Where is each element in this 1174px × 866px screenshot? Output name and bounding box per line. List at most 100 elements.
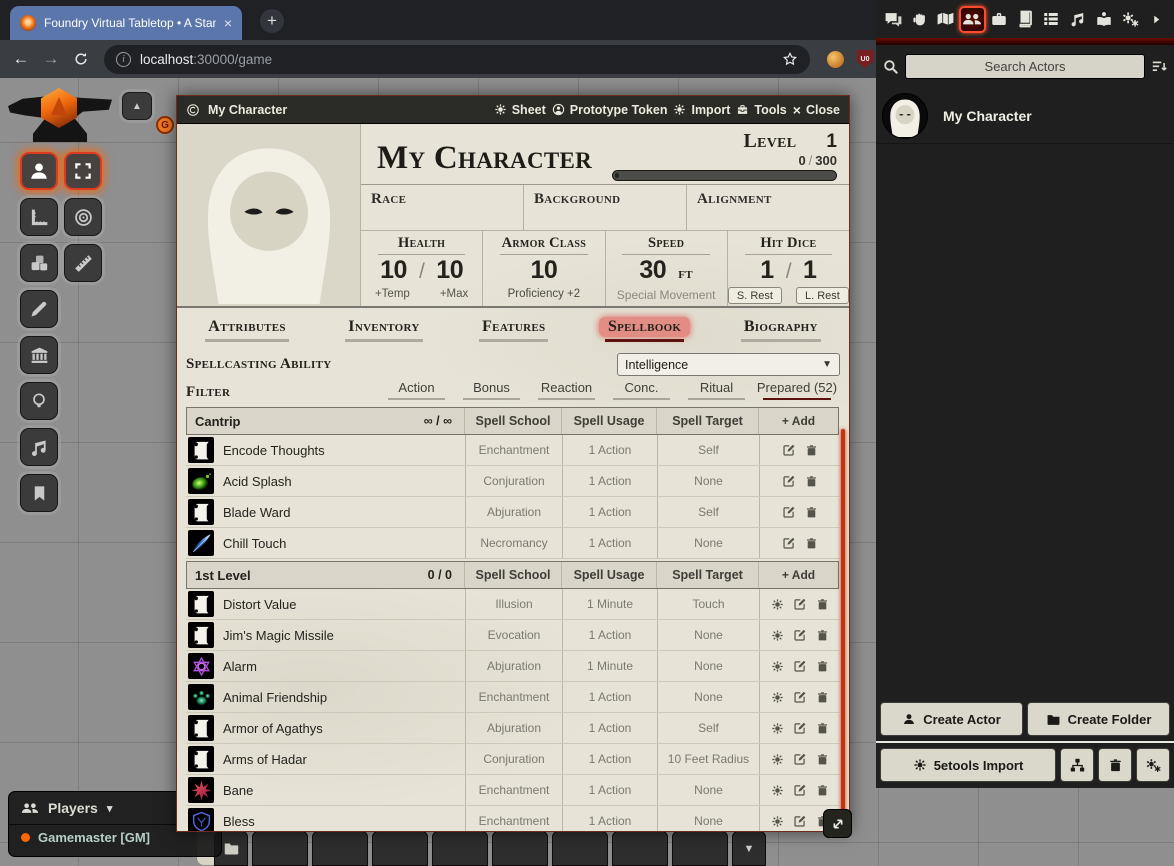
edit-icon[interactable] <box>793 752 807 766</box>
filter-bonus[interactable]: Bonus <box>454 380 529 401</box>
hit-dice-stat[interactable]: Hit Dice 1/1 S. Rest L. Rest <box>728 231 849 306</box>
character-sheet-window[interactable]: My Character Sheet Prototype Token Impor… <box>176 95 850 832</box>
sidebar-tab-tables[interactable] <box>1038 6 1064 33</box>
tool-dice[interactable] <box>20 244 58 282</box>
edit-icon[interactable] <box>793 721 807 735</box>
spell-name[interactable]: Alarm <box>223 659 257 674</box>
spell-row[interactable]: Armor of Agathys Abjuration 1 Action Sel… <box>186 713 839 744</box>
delete-icon[interactable] <box>816 660 829 673</box>
edit-icon[interactable] <box>793 628 807 642</box>
spell-name[interactable]: Arms of Hadar <box>223 752 307 767</box>
tool-drawings[interactable] <box>20 290 58 328</box>
5etools-import-button[interactable]: 5etools Import <box>880 748 1056 782</box>
tab-close-icon[interactable]: × <box>224 16 232 30</box>
macro-slot[interactable] <box>252 831 308 866</box>
filter-ritual[interactable]: Ritual <box>679 380 754 401</box>
character-portrait[interactable] <box>177 124 361 306</box>
actor-avatar[interactable] <box>882 93 928 139</box>
level-value[interactable]: 1 <box>826 131 837 153</box>
macro-slot[interactable] <box>612 831 668 866</box>
reload-button[interactable] <box>66 51 96 67</box>
spell-list-scrollbar[interactable] <box>841 429 845 831</box>
spell-row[interactable]: Animal Friendship Enchantment 1 Action N… <box>186 682 839 713</box>
delete-icon[interactable] <box>805 537 818 550</box>
edit-icon[interactable] <box>782 505 796 519</box>
tool-walls[interactable] <box>20 336 58 374</box>
spell-name[interactable]: Animal Friendship <box>223 690 327 705</box>
spell-row[interactable]: Chill Touch Necromancy 1 Action None <box>186 528 839 559</box>
scene-nav-collapse-button[interactable]: ▲ <box>122 92 152 120</box>
window-resize-handle[interactable] <box>823 809 852 838</box>
xp-current[interactable]: 0 <box>798 153 805 168</box>
hp-tempmax-label[interactable]: +Max <box>440 288 468 300</box>
sort-filter-icon[interactable] <box>1151 58 1168 75</box>
sheet-titlebar[interactable]: My Character Sheet Prototype Token Impor… <box>177 96 849 124</box>
prepare-toggle-icon[interactable] <box>771 660 784 673</box>
delete-icon[interactable] <box>805 475 818 488</box>
section-slots[interactable]: ∞ / ∞ <box>424 414 464 428</box>
bookmark-star-icon[interactable] <box>782 51 798 67</box>
delete-all-button[interactable] <box>1098 748 1132 782</box>
actor-name[interactable]: My Character <box>943 108 1032 124</box>
macro-slot[interactable] <box>492 831 548 866</box>
health-stat[interactable]: Health 10/10 +Temp+Max <box>361 231 483 306</box>
add-spell-button[interactable]: + Add <box>782 414 815 428</box>
sidebar-tab-actors[interactable] <box>959 6 985 33</box>
sidebar-tab-combat[interactable] <box>906 6 932 33</box>
special-movement-label[interactable]: Special Movement <box>617 288 716 302</box>
sheet-config-button[interactable]: Sheet <box>494 103 546 117</box>
macro-slot[interactable] <box>432 831 488 866</box>
players-caret-icon[interactable]: ▾ <box>107 802 113 815</box>
create-folder-button[interactable]: Create Folder <box>1027 702 1170 736</box>
sidebar-tab-items[interactable] <box>986 6 1012 33</box>
new-tab-button[interactable]: + <box>260 9 284 33</box>
spell-name[interactable]: Bane <box>223 783 253 798</box>
tool-ruler[interactable] <box>20 198 58 236</box>
prepare-toggle-icon[interactable] <box>771 722 784 735</box>
macro-slot[interactable] <box>372 831 428 866</box>
alignment-field[interactable]: Alignment <box>687 185 849 230</box>
tool-lighting[interactable] <box>20 382 58 420</box>
prepare-toggle-icon[interactable] <box>771 815 784 828</box>
ac-value[interactable]: 10 <box>530 256 557 285</box>
tool-notes[interactable] <box>20 474 58 512</box>
tab-attributes[interactable]: Attributes <box>199 317 295 337</box>
sidebar-tab-chat[interactable] <box>880 6 906 33</box>
search-actors-input[interactable] <box>905 54 1145 79</box>
character-name[interactable]: My Character <box>377 140 592 184</box>
add-spell-button[interactable]: + Add <box>782 568 815 582</box>
edit-icon[interactable] <box>782 474 796 488</box>
delete-icon[interactable] <box>816 691 829 704</box>
delete-icon[interactable] <box>805 444 818 457</box>
prepare-toggle-icon[interactable] <box>771 784 784 797</box>
edit-icon[interactable] <box>782 536 796 550</box>
prototype-token-button[interactable]: Prototype Token <box>552 103 668 117</box>
prepare-toggle-icon[interactable] <box>771 629 784 642</box>
background-field[interactable]: Background <box>524 185 687 230</box>
macro-slot[interactable] <box>672 831 728 866</box>
sidebar-tab-scenes[interactable] <box>933 6 959 33</box>
hp-temp-label[interactable]: +Temp <box>375 288 410 300</box>
spellcasting-ability-select[interactable]: Intelligence ▼ <box>617 353 840 376</box>
spell-row[interactable]: Arms of Hadar Conjuration 1 Action 10 Fe… <box>186 744 839 775</box>
section-slots[interactable]: 0 / 0 <box>428 568 464 582</box>
spell-name[interactable]: Blade Ward <box>223 505 290 520</box>
spell-row[interactable]: Encode Thoughts Enchantment 1 Action Sel… <box>186 435 839 466</box>
spell-row[interactable]: Bane Enchantment 1 Action None <box>186 775 839 806</box>
site-info-icon[interactable]: i <box>116 52 131 67</box>
edit-icon[interactable] <box>793 659 807 673</box>
spell-name[interactable]: Acid Splash <box>223 474 292 489</box>
spell-row[interactable]: Blade Ward Abjuration 1 Action Self <box>186 497 839 528</box>
filter-concentration[interactable]: Conc. <box>604 380 679 401</box>
prepare-toggle-icon[interactable] <box>771 598 784 611</box>
sidebar-collapse-icon[interactable] <box>1144 6 1170 33</box>
forward-button[interactable]: → <box>36 49 66 69</box>
spell-name[interactable]: Armor of Agathys <box>223 721 323 736</box>
edit-icon[interactable] <box>793 814 807 828</box>
edit-icon[interactable] <box>782 443 796 457</box>
prepare-toggle-icon[interactable] <box>771 691 784 704</box>
prepare-toggle-icon[interactable] <box>771 753 784 766</box>
create-actor-button[interactable]: Create Actor <box>880 702 1023 736</box>
hp-max[interactable]: 10 <box>436 256 463 285</box>
short-rest-button[interactable]: S. Rest <box>728 287 782 304</box>
